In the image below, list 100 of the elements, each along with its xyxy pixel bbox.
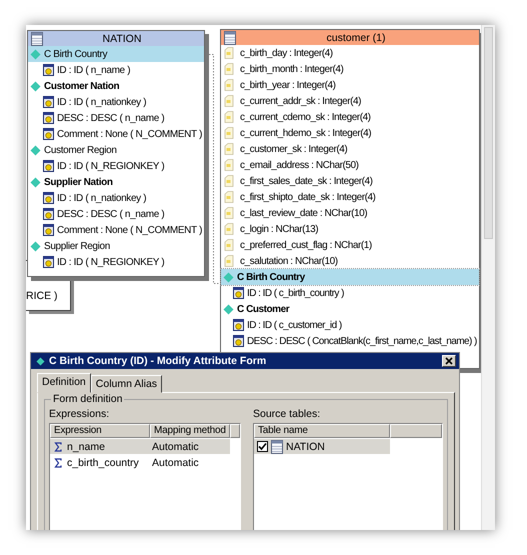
column-label: c_first_sales_date_sk : Integer(4) <box>240 176 373 186</box>
form-icon <box>43 112 54 124</box>
attribute-label: C Birth Country <box>44 48 108 60</box>
diamond-icon <box>30 176 41 188</box>
form-label: DESC : DESC ( n_name ) <box>57 112 164 124</box>
column-icon <box>224 159 234 171</box>
form-label: Comment : None ( N_COMMENT ) <box>57 128 202 140</box>
column-label: c_login : NChar(13) <box>240 224 318 234</box>
list-row[interactable]: c_birth_country Automatic <box>50 455 230 470</box>
column-icon <box>224 95 234 107</box>
column-icon <box>224 79 234 91</box>
table-icon <box>271 440 283 454</box>
form-icon <box>43 96 54 108</box>
form-icon <box>233 287 244 299</box>
attribute-label: Supplier Region <box>44 240 110 252</box>
form-icon <box>43 208 54 220</box>
form-label: ID : ID ( n_nationkey ) <box>57 96 146 108</box>
column-label: c_first_shipto_date_sk : Integer(4) <box>240 192 376 202</box>
form-icon <box>43 256 54 268</box>
group-label: Form definition <box>51 393 124 405</box>
form-label: DESC : DESC ( n_name ) <box>57 208 164 220</box>
list-label: Expressions: <box>49 408 110 420</box>
window-title: customer (1) <box>326 32 386 44</box>
list-label: Source tables: <box>253 408 322 420</box>
column-icon <box>224 191 234 203</box>
column-header[interactable]: Expression <box>50 424 150 438</box>
scrollbar[interactable] <box>481 25 495 530</box>
column-label: c_current_addr_sk : Integer(4) <box>240 96 362 106</box>
list-row[interactable]: n_name Automatic <box>50 439 230 454</box>
mapping-text: Automatic <box>152 440 199 452</box>
diamond-icon <box>30 144 41 156</box>
attribute-row[interactable]: C Birth Country <box>221 269 479 285</box>
form-icon <box>43 224 54 236</box>
tab[interactable]: Column Alias <box>90 375 162 393</box>
column-header[interactable]: Mapping method <box>150 424 230 438</box>
column-label: c_birth_month : Integer(4) <box>240 64 344 74</box>
form-icon <box>233 319 244 331</box>
attribute-row[interactable]: Supplier Nation <box>28 174 204 190</box>
form-icon <box>43 192 54 204</box>
form-icon <box>43 64 54 76</box>
tab[interactable]: Definition <box>37 373 91 393</box>
form-icon <box>43 128 54 140</box>
table-name: NATION <box>286 440 325 452</box>
column-label: c_salutation : NChar(10) <box>240 256 338 266</box>
form-label: ID : ID ( n_name ) <box>57 64 130 76</box>
column-icon <box>224 127 234 139</box>
column-icon <box>224 63 234 75</box>
diamond-icon <box>30 80 41 92</box>
checkbox[interactable] <box>257 441 268 452</box>
form-label: ID : ID ( N_REGIONKEY ) <box>57 256 164 268</box>
form-icon <box>43 160 54 172</box>
column-label: c_current_hdemo_sk : Integer(4) <box>240 128 372 138</box>
attribute-row[interactable]: Supplier Region <box>28 238 204 254</box>
window-text: RICE ) <box>26 290 58 302</box>
column-label: c_preferred_cust_flag : NChar(1) <box>240 240 372 250</box>
form-label: ID : ID ( n_nationkey ) <box>57 192 146 204</box>
check-icon <box>258 442 267 451</box>
attribute-label: C Customer <box>237 304 290 314</box>
column-icon <box>224 47 234 59</box>
attribute-label: Customer Nation <box>44 80 120 92</box>
form-label: ID : ID ( c_birth_country ) <box>247 288 344 298</box>
column-label: c_birth_day : Integer(4) <box>240 48 333 58</box>
window-title: NATION <box>102 32 142 44</box>
column-icon <box>224 255 234 267</box>
column-icon <box>224 207 234 219</box>
attribute-label: Customer Region <box>44 144 117 156</box>
attribute-row[interactable]: Customer Region <box>28 142 204 158</box>
form-icon <box>233 335 244 347</box>
expression-text: n_name <box>67 440 105 452</box>
column-label: c_current_cdemo_sk : Integer(4) <box>240 112 371 122</box>
expression-text: c_birth_country <box>67 456 139 468</box>
attribute-label: Supplier Nation <box>44 176 113 188</box>
diamond-icon <box>30 240 41 252</box>
form-label: ID : ID ( c_customer_id ) <box>247 320 342 330</box>
form-label: DESC : DESC ( ConcatBlank(c_first_name,c_last_name) ) <box>247 336 477 346</box>
form-label: Comment : None ( N_COMMENT ) <box>57 224 202 236</box>
close-button[interactable] <box>442 355 456 367</box>
close-icon <box>445 357 453 365</box>
mapping-text: Automatic <box>152 456 199 468</box>
list-row[interactable]: NATION <box>254 439 390 454</box>
form-label: ID : ID ( N_REGIONKEY ) <box>57 160 164 172</box>
column-label: c_customer_sk : Integer(4) <box>240 144 348 154</box>
column-icon <box>224 111 234 123</box>
diamond-icon <box>223 304 234 314</box>
attribute-row[interactable]: C Birth Country <box>28 46 204 62</box>
attribute-row[interactable]: Customer Nation <box>28 78 204 94</box>
attribute-row[interactable]: C Customer <box>221 301 479 317</box>
column-label: c_last_review_date : NChar(10) <box>240 208 368 218</box>
column-icon <box>224 239 234 251</box>
column-icon <box>224 143 234 155</box>
attribute-label: C Birth Country <box>237 272 305 282</box>
diamond-icon <box>223 272 234 282</box>
dialog-title: C Birth Country (ID) - Modify Attribute Form <box>49 355 268 367</box>
column-label: c_birth_year : Integer(4) <box>240 80 336 90</box>
column-header[interactable]: Table name <box>254 424 390 438</box>
column-label: c_email_address : NChar(50) <box>240 160 358 170</box>
column-icon <box>224 175 234 187</box>
diamond-icon <box>36 356 45 366</box>
column-icon <box>224 223 234 235</box>
diamond-icon <box>30 48 41 60</box>
